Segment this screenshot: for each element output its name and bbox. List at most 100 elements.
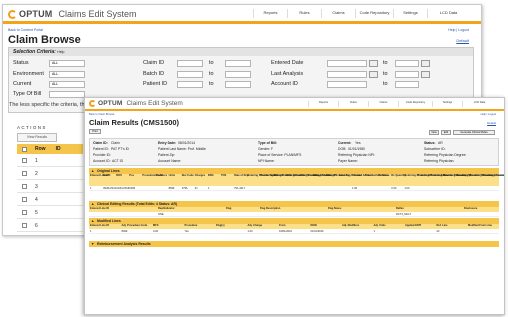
environment-select[interactable]: ALL — [49, 71, 85, 78]
table-row[interactable]: ONE RCT4_MULT — [89, 212, 499, 217]
nav-claims[interactable]: Claims — [368, 101, 398, 107]
column-header[interactable]: Batch — [103, 174, 115, 177]
table-row[interactable]: 1 09/01/2014 01/01/2016 6499 8699 4796 31 1 791-… — [89, 186, 499, 191]
column-header[interactable]: TOS — [221, 174, 233, 177]
row-checkbox[interactable] — [22, 171, 27, 176]
entered-date-to-input[interactable] — [395, 60, 419, 67]
column-header[interactable]: Adj. Units — [374, 224, 405, 227]
current-select[interactable]: ALL — [49, 81, 85, 88]
column-header[interactable]: Servicing Provider Zip — [444, 174, 472, 177]
column-header[interactable]: Billing Provider NPI — [313, 174, 337, 177]
expand-toggle-icon[interactable]: ▼ — [91, 241, 94, 247]
column-header[interactable]: DRG — [208, 174, 220, 177]
column-header[interactable]: Adj. Modifiers — [342, 224, 373, 227]
view-results-button[interactable]: View Results — [17, 133, 57, 142]
column-header[interactable]: Flag Notes — [328, 207, 361, 210]
entered-date-from-input[interactable] — [327, 60, 367, 67]
nav-settings[interactable]: Settings — [393, 9, 427, 18]
column-header[interactable]: Flag — [226, 207, 259, 210]
row-checkbox[interactable] — [22, 197, 27, 202]
nav-lcd-data[interactable]: LCD Data — [462, 101, 496, 107]
column-header[interactable]: DOSI — [311, 224, 342, 227]
column-header[interactable]: Modifiers — [156, 174, 168, 177]
patient-id-from-input[interactable] — [177, 81, 203, 88]
nav-settings[interactable]: Settings — [432, 101, 462, 107]
column-header[interactable]: Flag Description — [260, 207, 293, 210]
select-all-checkbox[interactable] — [22, 146, 27, 152]
column-header[interactable]: Servicing Provider Taxonomy — [457, 174, 493, 177]
default-link[interactable]: Default — [456, 38, 469, 43]
column-header[interactable]: Billing Provider Address — [300, 174, 330, 177]
column-header[interactable]: Pos — [129, 174, 141, 177]
row-checkbox[interactable] — [22, 223, 27, 228]
table-row[interactable]: 5 — [17, 207, 83, 219]
column-header[interactable]: Ordering Provider Name — [247, 174, 277, 177]
column-header[interactable]: Servicing Provider — [339, 174, 362, 177]
column-header[interactable]: Applied EDIT — [405, 224, 436, 227]
column-header[interactable]: Adj. Charge — [248, 224, 279, 227]
print-button[interactable]: Print — [89, 129, 101, 134]
calendar-icon[interactable] — [421, 60, 430, 67]
table-row[interactable]: 1 — [17, 155, 83, 167]
calendar-icon[interactable] — [369, 60, 378, 67]
column-header[interactable]: Disclosure — [464, 207, 497, 210]
column-header[interactable]: Allowed Amount — [352, 174, 372, 177]
column-header[interactable]: Rendering Provider Id — [260, 174, 287, 177]
row-checkbox[interactable] — [22, 210, 27, 215]
nav-code-repository[interactable]: Code Repository — [355, 9, 393, 18]
column-header[interactable]: DOS — [116, 174, 128, 177]
generate-clinical-rules-button[interactable]: Generate Clinical Rules — [453, 130, 495, 135]
table-row[interactable]: 3 — [17, 181, 83, 193]
column-header[interactable]: Servicing Provider Address — [470, 174, 504, 177]
column-header[interactable]: Entered Line ID — [90, 224, 121, 227]
type-of-bill-input[interactable] — [49, 91, 85, 98]
column-header[interactable]: Referring Provider Taxonomy — [431, 174, 467, 177]
column-header[interactable]: MFS — [153, 224, 184, 227]
column-header[interactable]: Modified From Line — [468, 224, 499, 227]
column-header[interactable]: Adj. Procedure Code — [122, 224, 153, 227]
table-row[interactable]: 4 — [17, 194, 83, 206]
nav-rules[interactable]: Rules — [338, 101, 368, 107]
calendar-icon[interactable] — [369, 71, 378, 78]
breadcrumb[interactable]: Back to Claim Browse — [89, 113, 114, 116]
reimbursement-section-header[interactable]: ▼ Reimbursement Analysis Results — [89, 241, 499, 247]
account-id-from-input[interactable] — [327, 81, 367, 88]
breadcrumb[interactable]: Back to Content Portal — [8, 28, 43, 32]
batch-id-from-input[interactable] — [177, 71, 203, 78]
nav-rules[interactable]: Rules — [287, 9, 321, 18]
column-header[interactable]: Referring Provider Id — [404, 174, 430, 177]
column-header[interactable]: Entered Line ID — [90, 207, 123, 210]
view-button[interactable]: View — [429, 130, 439, 135]
edit-button[interactable]: Edit — [441, 130, 451, 135]
column-header[interactable]: Procedure — [185, 224, 216, 227]
column-header[interactable]: Rx Notes — [378, 174, 390, 177]
column-header[interactable]: Reflex — [396, 207, 429, 210]
table-row[interactable]: 2 — [17, 168, 83, 180]
account-id-to-input[interactable] — [395, 81, 419, 88]
criteria-help-link[interactable]: Help — [57, 50, 64, 54]
claim-id-to-input[interactable] — [225, 60, 251, 67]
patient-id-to-input[interactable] — [225, 81, 251, 88]
nav-reports[interactable]: Reports — [308, 101, 338, 107]
batch-id-to-input[interactable] — [225, 71, 251, 78]
column-header[interactable]: Billing Provider Taxonomy — [287, 174, 320, 177]
nav-reports[interactable]: Reports — [253, 9, 287, 18]
column-header[interactable]: Ref. Line — [437, 224, 468, 227]
column-header[interactable]: Billing Provider Zip — [326, 174, 350, 177]
column-header[interactable]: Flag(s) — [216, 224, 247, 227]
column-header[interactable]: From — [279, 224, 310, 227]
column-header[interactable]: Procedure Code — [142, 174, 162, 177]
help-logout-links[interactable]: Help | Logout — [448, 28, 469, 32]
column-header[interactable]: Referring Provider Name — [418, 174, 449, 177]
last-analysis-to-input[interactable] — [395, 71, 419, 78]
column-header[interactable]: Units — [169, 174, 181, 177]
default-link[interactable]: Default — [487, 121, 496, 125]
row-checkbox[interactable] — [22, 158, 27, 163]
col-id[interactable]: ID — [56, 146, 61, 152]
claim-id-from-input[interactable] — [177, 60, 203, 67]
table-row[interactable]: 1 8499 0.00 Yes 1.00 01/01/2016 01/01/2016 1 22 — [89, 229, 499, 234]
nav-claims[interactable]: Claims — [321, 9, 355, 18]
column-header[interactable]: Prior Authorization — [365, 174, 388, 177]
col-row[interactable]: Row — [35, 146, 46, 152]
column-header[interactable]: Billing Provider Name — [273, 174, 300, 177]
